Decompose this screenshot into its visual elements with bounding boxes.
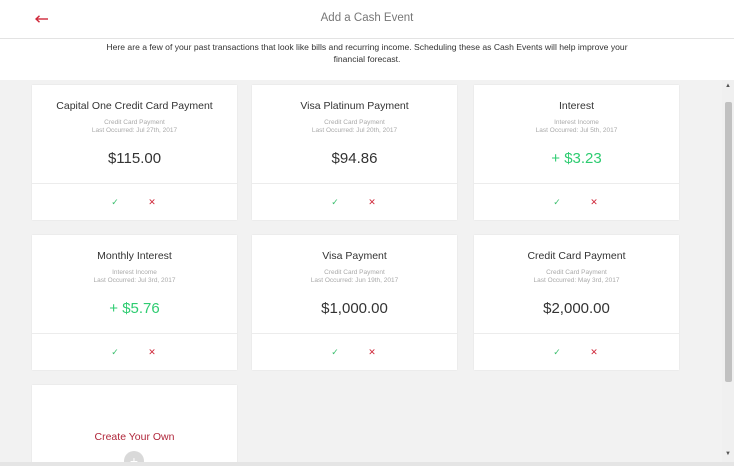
- suggestions-grid: Capital One Credit Card Payment Credit Ca…: [0, 80, 722, 462]
- card-type: Credit Card Payment: [324, 269, 385, 276]
- intro-text: Here are a few of your past transactions…: [106, 42, 628, 64]
- cash-event-card: Visa Platinum Payment Credit Card Payment…: [252, 85, 457, 220]
- header-bar: Add a Cash Event: [0, 0, 734, 39]
- scroll-up-arrow-icon[interactable]: ▲: [725, 82, 731, 90]
- card-amount: $2,000.00: [543, 300, 610, 317]
- x-icon[interactable]: ✕: [145, 346, 159, 358]
- card-actions: ✓ ✕: [474, 183, 679, 221]
- card-actions: ✓ ✕: [474, 333, 679, 371]
- card-type: Credit Card Payment: [104, 119, 165, 126]
- cash-event-card: Interest Interest Income Last Occurred: Ju…: [474, 85, 679, 220]
- card-amount: $94.86: [331, 150, 378, 167]
- card-title: Visa Platinum Payment: [300, 100, 409, 112]
- scroll-thumb[interactable]: [725, 102, 732, 382]
- card-last-occurred: Last Occurred: Jul 5th, 2017: [535, 127, 618, 134]
- horizontal-scrollbar[interactable]: [0, 462, 734, 466]
- card-actions: ✓ ✕: [32, 183, 237, 221]
- create-your-own-card[interactable]: Create Your Own +: [32, 385, 237, 462]
- x-icon[interactable]: ✕: [365, 346, 379, 358]
- x-icon[interactable]: ✕: [145, 196, 159, 208]
- card-title: Monthly Interest: [97, 250, 172, 262]
- check-icon[interactable]: ✓: [550, 196, 564, 208]
- page-title: Add a Cash Event: [320, 12, 414, 24]
- card-title: Credit Card Payment: [527, 250, 626, 262]
- card-type: Interest Income: [554, 119, 599, 126]
- card-title: Visa Payment: [322, 250, 387, 262]
- card-last-occurred: Last Occurred: Jun 19th, 2017: [310, 277, 399, 284]
- check-icon[interactable]: ✓: [108, 346, 122, 358]
- card-last-occurred: Last Occurred: Jul 20th, 2017: [311, 127, 398, 134]
- cash-event-card: Monthly Interest Interest Income Last Occu…: [32, 235, 237, 370]
- card-actions: ✓ ✕: [252, 183, 457, 221]
- cash-event-card: Visa Payment Credit Card Payment Last Occu…: [252, 235, 457, 370]
- cash-event-card: Credit Card Payment Credit Card Payment La…: [474, 235, 679, 370]
- scroll-down-arrow-icon[interactable]: ▼: [725, 450, 731, 458]
- card-amount: $115.00: [107, 150, 162, 167]
- x-icon[interactable]: ✕: [365, 196, 379, 208]
- card-amount: + $5.76: [109, 300, 160, 317]
- check-icon[interactable]: ✓: [108, 196, 122, 208]
- card-last-occurred: Last Occurred: Jul 27th, 2017: [91, 127, 178, 134]
- vertical-scrollbar[interactable]: ▲ ▼: [722, 80, 734, 462]
- card-title: Interest: [558, 100, 595, 112]
- x-icon[interactable]: ✕: [587, 346, 601, 358]
- check-icon[interactable]: ✓: [328, 346, 342, 358]
- card-type: Credit Card Payment: [546, 269, 607, 276]
- check-icon[interactable]: ✓: [328, 196, 342, 208]
- card-type: Credit Card Payment: [324, 119, 385, 126]
- x-icon[interactable]: ✕: [587, 196, 601, 208]
- cash-event-card: Capital One Credit Card Payment Credit Ca…: [32, 85, 237, 220]
- card-last-occurred: Last Occurred: Jul 3rd, 2017: [93, 277, 176, 284]
- card-actions: ✓ ✕: [252, 333, 457, 371]
- card-last-occurred: Last Occurred: May 3rd, 2017: [533, 277, 620, 284]
- card-title: Capital One Credit Card Payment: [56, 100, 213, 112]
- card-amount: + $3.23: [551, 150, 602, 167]
- create-your-own-label[interactable]: Create Your Own: [32, 431, 237, 443]
- card-type: Interest Income: [112, 269, 157, 276]
- card-amount: $1,000.00: [321, 300, 388, 317]
- card-actions: ✓ ✕: [32, 333, 237, 371]
- check-icon[interactable]: ✓: [550, 346, 564, 358]
- plus-icon[interactable]: +: [124, 451, 144, 462]
